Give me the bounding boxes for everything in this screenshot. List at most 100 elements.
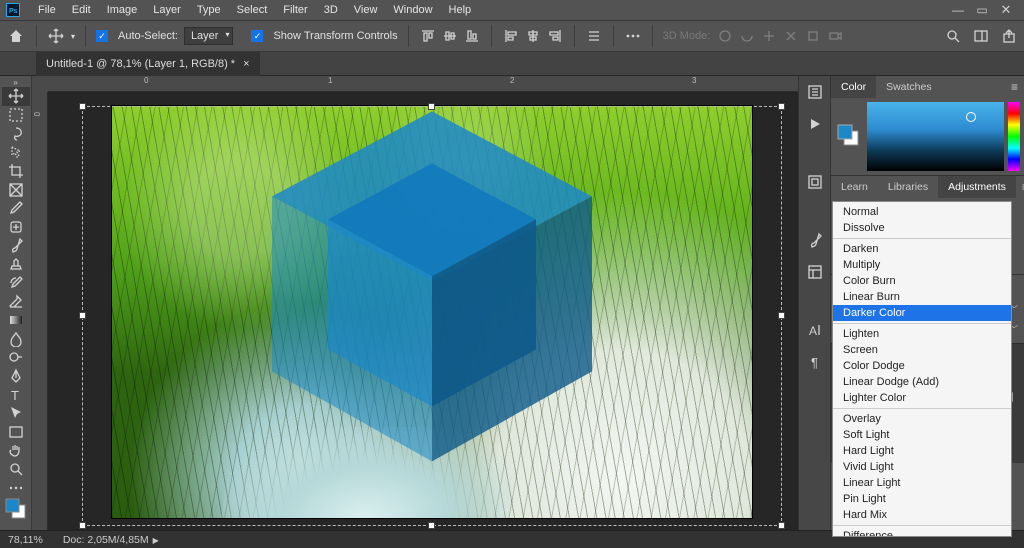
path-select-tool[interactable] [2, 404, 30, 423]
quick-select-tool[interactable] [2, 143, 30, 162]
workspace-icon[interactable] [972, 27, 990, 45]
auto-select-dropdown[interactable]: Layer [184, 27, 234, 45]
blend-mode-option[interactable]: Soft Light [833, 427, 1011, 443]
blur-tool[interactable] [2, 329, 30, 348]
brush-settings-panel-icon[interactable] [805, 262, 825, 282]
brushes-panel-icon[interactable] [805, 230, 825, 250]
eraser-tool[interactable] [2, 292, 30, 311]
distribute-icon[interactable] [585, 27, 603, 45]
show-transform-checkbox[interactable]: ✓ [251, 30, 263, 42]
color-spectrum[interactable] [867, 102, 1004, 171]
blend-mode-dropdown[interactable]: NormalDissolveDarkenMultiplyColor BurnLi… [832, 201, 1012, 537]
rectangle-tool[interactable] [2, 423, 30, 442]
transform-handle[interactable] [778, 103, 785, 110]
auto-select-checkbox[interactable]: ✓ [96, 30, 108, 42]
transform-handle[interactable] [79, 103, 86, 110]
gradient-tool[interactable] [2, 311, 30, 330]
menu-file[interactable]: File [30, 0, 64, 20]
transform-handle[interactable] [778, 522, 785, 529]
properties-panel-icon[interactable] [805, 172, 825, 192]
home-button[interactable] [6, 26, 26, 46]
blend-mode-option[interactable]: Hard Mix [833, 507, 1011, 523]
blend-mode-option[interactable]: Linear Light [833, 475, 1011, 491]
share-icon[interactable] [1000, 27, 1018, 45]
menu-filter[interactable]: Filter [275, 0, 315, 20]
move-tool[interactable] [2, 87, 30, 106]
blend-mode-option[interactable]: Color Burn [833, 273, 1011, 289]
doc-size-readout[interactable]: Doc: 2,05M/4,85M▶ [63, 534, 159, 546]
blend-mode-option[interactable]: Lighter Color [833, 390, 1011, 406]
color-fgbg-swatch[interactable] [837, 124, 861, 153]
blend-mode-option[interactable]: Color Dodge [833, 358, 1011, 374]
character-panel-icon[interactable]: A [805, 320, 825, 340]
menu-help[interactable]: Help [441, 0, 480, 20]
align-vcenter-icon[interactable] [441, 27, 459, 45]
frame-tool[interactable] [2, 180, 30, 199]
align-bottom-icon[interactable] [463, 27, 481, 45]
crop-tool[interactable] [2, 162, 30, 181]
menu-window[interactable]: Window [385, 0, 440, 20]
window-minimize-button[interactable]: — [946, 3, 970, 17]
document-canvas[interactable] [112, 106, 752, 518]
history-panel-icon[interactable] [805, 82, 825, 102]
more-options-icon[interactable] [624, 27, 642, 45]
eyedropper-tool[interactable] [2, 199, 30, 218]
toolbar-collapse-icon[interactable]: » [13, 78, 17, 87]
blend-mode-option[interactable]: Normal [833, 204, 1011, 220]
menu-layer[interactable]: Layer [145, 0, 189, 20]
blend-mode-option[interactable]: Darken [833, 241, 1011, 257]
type-tool[interactable]: T [2, 385, 30, 404]
blend-mode-option[interactable]: Overlay [833, 411, 1011, 427]
adjustments-tab[interactable]: Adjustments [938, 176, 1016, 198]
menu-edit[interactable]: Edit [64, 0, 99, 20]
actions-panel-icon[interactable] [805, 114, 825, 134]
align-hcenter-icon[interactable] [524, 27, 542, 45]
transform-handle[interactable] [428, 522, 435, 529]
align-right-icon[interactable] [546, 27, 564, 45]
lasso-tool[interactable] [2, 124, 30, 143]
blend-mode-option[interactable]: Linear Burn [833, 289, 1011, 305]
color-tab[interactable]: Color [831, 76, 876, 98]
blend-mode-option[interactable]: Hard Light [833, 443, 1011, 459]
marquee-tool[interactable] [2, 106, 30, 125]
clone-stamp-tool[interactable] [2, 255, 30, 274]
blend-mode-option[interactable]: Vivid Light [833, 459, 1011, 475]
blend-mode-option[interactable]: Lighten [833, 326, 1011, 342]
brush-tool[interactable] [2, 236, 30, 255]
align-top-icon[interactable] [419, 27, 437, 45]
blend-mode-option[interactable]: Linear Dodge (Add) [833, 374, 1011, 390]
panel-menu-icon[interactable]: ≡ [1005, 80, 1024, 94]
blend-mode-option[interactable]: Difference [833, 528, 1011, 537]
blend-mode-option[interactable]: Screen [833, 342, 1011, 358]
panel-menu-icon[interactable]: ≡ [1016, 180, 1024, 194]
align-left-icon[interactable] [502, 27, 520, 45]
transform-handle[interactable] [79, 522, 86, 529]
menu-3d[interactable]: 3D [316, 0, 346, 20]
swatches-tab[interactable]: Swatches [876, 76, 942, 98]
toolbar-more-icon[interactable] [2, 478, 30, 497]
libraries-tab[interactable]: Libraries [878, 176, 938, 198]
window-close-button[interactable]: ✕ [994, 2, 1018, 18]
canvas-area[interactable]: 0 1 2 3 0 [32, 76, 798, 530]
menu-type[interactable]: Type [189, 0, 229, 20]
menu-select[interactable]: Select [229, 0, 276, 20]
hand-tool[interactable] [2, 441, 30, 460]
color-swatch-fgbg[interactable] [4, 497, 28, 526]
transform-handle[interactable] [79, 312, 86, 319]
healing-brush-tool[interactable] [2, 217, 30, 236]
blend-mode-option[interactable]: Multiply [833, 257, 1011, 273]
search-icon[interactable] [944, 27, 962, 45]
transform-handle[interactable] [778, 312, 785, 319]
learn-tab[interactable]: Learn [831, 176, 878, 198]
zoom-readout[interactable]: 78,11% [8, 534, 43, 546]
window-restore-button[interactable]: ▭ [970, 3, 994, 17]
dodge-tool[interactable] [2, 348, 30, 367]
color-picker-ring[interactable] [966, 112, 976, 122]
history-brush-tool[interactable] [2, 273, 30, 292]
document-tab[interactable]: Untitled-1 @ 78,1% (Layer 1, RGB/8) * × [36, 52, 260, 76]
paragraph-panel-icon[interactable]: ¶ [805, 352, 825, 372]
zoom-tool[interactable] [2, 460, 30, 479]
close-tab-icon[interactable]: × [243, 58, 249, 70]
menu-image[interactable]: Image [99, 0, 146, 20]
blend-mode-option[interactable]: Pin Light [833, 491, 1011, 507]
